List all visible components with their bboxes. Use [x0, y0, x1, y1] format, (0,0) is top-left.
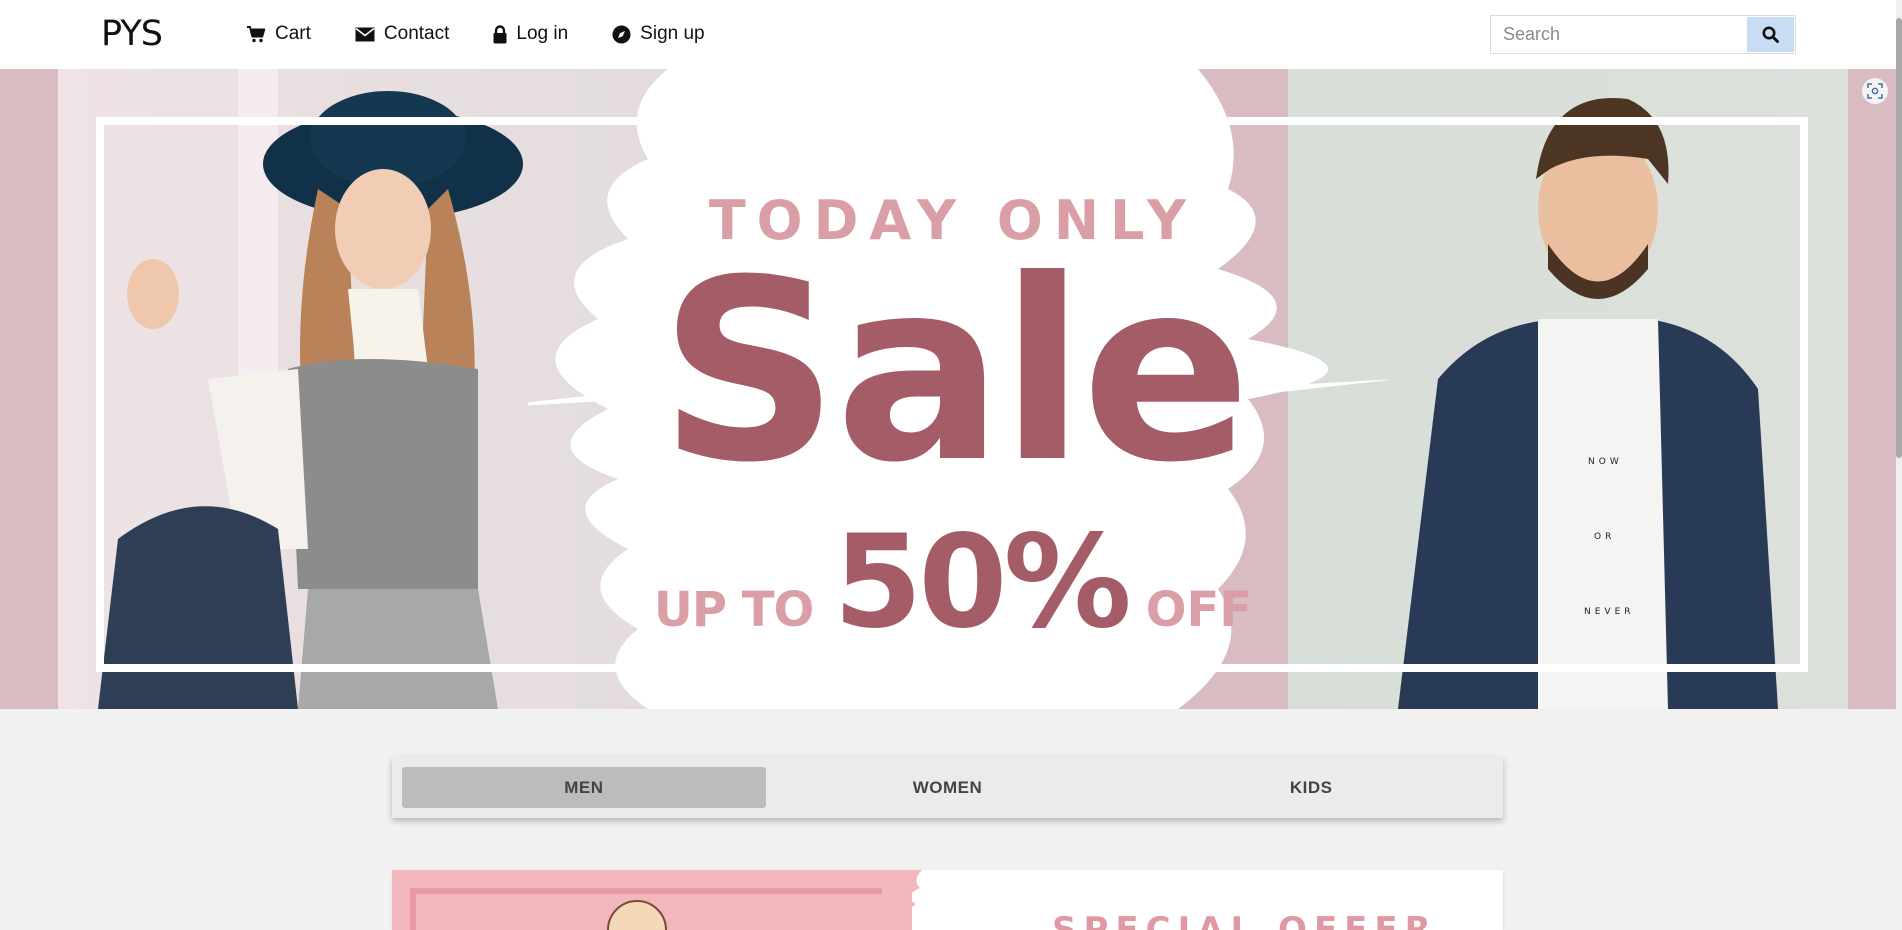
- nav-link-login[interactable]: Log in: [493, 23, 568, 45]
- search-button[interactable]: [1747, 17, 1794, 52]
- envelope-icon: [355, 27, 375, 41]
- nav-link-contact-label: Contact: [383, 23, 450, 44]
- special-offer-title: SPECIAL OFFER: [1052, 910, 1438, 930]
- hero-offer-prefix: UP TO: [653, 582, 814, 638]
- screenshot-capture-glyph-icon: [1867, 83, 1883, 99]
- search-bar: [1490, 15, 1796, 54]
- top-navbar: PYS Cart Contact Log in Sign up Search: [0, 0, 1902, 69]
- search-icon: [1762, 26, 1779, 43]
- hero-offer-suffix: OFF: [1145, 582, 1253, 638]
- hero-banner: NOW OR NEVER TODAY ONLY Sale UP TO 50% O…: [0, 69, 1896, 709]
- lock-icon: [493, 24, 507, 43]
- tab-men[interactable]: MEN: [402, 767, 766, 808]
- search-input[interactable]: [1491, 16, 1747, 53]
- scrollbar-thumb[interactable]: [1896, 18, 1902, 458]
- compass-icon: [612, 25, 631, 43]
- tab-kids[interactable]: KIDS: [1129, 767, 1493, 808]
- special-offer-card[interactable]: SPECIAL OFFER: [392, 870, 1503, 930]
- nav-link-signup[interactable]: Sign up: [612, 23, 705, 45]
- special-offer-image: [392, 870, 912, 930]
- nav-link-login-label: Log in: [516, 23, 569, 44]
- hero-offer: UP TO 50% OFF: [58, 519, 1848, 647]
- hero-offer-value: 50%: [833, 508, 1131, 657]
- screenshot-capture-icon[interactable]: [1862, 78, 1888, 104]
- nav-link-contact[interactable]: Contact: [355, 23, 449, 45]
- hero-image: NOW OR NEVER TODAY ONLY Sale UP TO 50% O…: [58, 69, 1848, 709]
- tab-women[interactable]: WOMEN: [766, 767, 1130, 808]
- cart-icon: [247, 26, 266, 43]
- nav-link-cart[interactable]: Cart: [246, 23, 311, 45]
- main-nav: Cart Contact Log in Sign up: [246, 18, 749, 50]
- page-scrollbar[interactable]: [1896, 0, 1902, 930]
- hero-title: Sale: [658, 226, 1251, 517]
- site-logo[interactable]: PYS: [101, 14, 163, 54]
- nav-link-cart-label: Cart: [275, 23, 311, 44]
- nav-link-signup-label: Sign up: [640, 23, 705, 44]
- special-offer-brush-edge: [882, 870, 922, 930]
- category-tabs: MEN WOMEN KIDS: [392, 757, 1503, 818]
